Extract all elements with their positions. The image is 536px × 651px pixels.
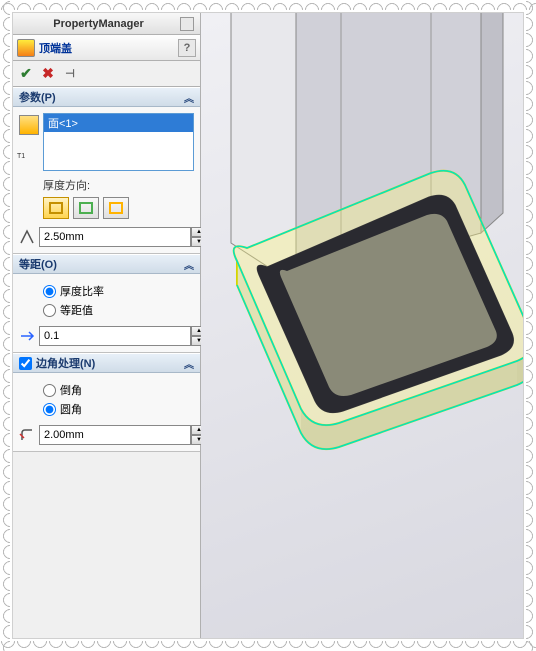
- radio-fillet-input[interactable]: [43, 403, 56, 416]
- chevron-up-icon: ︽: [184, 257, 194, 272]
- section-offset-title: 等距(O): [19, 256, 184, 272]
- thickness-input[interactable]: [39, 227, 191, 247]
- radio-fillet-label: 圆角: [60, 401, 82, 417]
- property-manager-panel: PropertyManager 顶端盖 ? ✔ ✖ ⊣ 参数(P) ︽: [13, 13, 201, 638]
- thickness-direction-label: 厚度方向:: [43, 177, 194, 193]
- chevron-up-icon: ︽: [184, 90, 194, 105]
- face-selection-list[interactable]: 面<1>: [43, 113, 194, 171]
- cancel-button[interactable]: ✖: [39, 65, 57, 83]
- radio-chamfer-label: 倒角: [60, 382, 82, 398]
- direction-outward-button[interactable]: [43, 197, 69, 219]
- action-bar: ✔ ✖ ⊣: [13, 61, 200, 87]
- ok-button[interactable]: ✔: [17, 65, 35, 83]
- selection-item[interactable]: 面<1>: [44, 114, 193, 132]
- section-parameters-title: 参数(P): [19, 89, 184, 105]
- end-cap-icon: [17, 39, 35, 57]
- face-selection-icon: [19, 115, 39, 135]
- model-render: [201, 13, 523, 633]
- pin-button[interactable]: ⊣: [61, 65, 79, 83]
- app-window: PropertyManager 顶端盖 ? ✔ ✖ ⊣ 参数(P) ︽: [12, 12, 524, 639]
- section-corner-header[interactable]: 边角处理(N) ︽: [13, 353, 200, 373]
- radio-thickness-ratio[interactable]: 厚度比率: [43, 283, 194, 299]
- radio-thickness-ratio-label: 厚度比率: [60, 283, 104, 299]
- selection-sub-label: T1: [17, 153, 37, 160]
- pm-header-icon[interactable]: [180, 17, 194, 31]
- offset-input[interactable]: [39, 326, 191, 346]
- feature-header: 顶端盖 ?: [13, 35, 200, 61]
- radio-fillet[interactable]: 圆角: [43, 401, 194, 417]
- pm-title: PropertyManager: [19, 18, 178, 30]
- direction-inward-button[interactable]: [73, 197, 99, 219]
- help-button[interactable]: ?: [178, 39, 196, 57]
- radio-chamfer-input[interactable]: [43, 384, 56, 397]
- radio-offset-value-label: 等距值: [60, 302, 93, 318]
- chevron-up-icon: ︽: [184, 356, 194, 371]
- offset-spinner[interactable]: ▲ ▼: [39, 326, 207, 346]
- section-corner-title: 边角处理(N): [36, 355, 184, 371]
- corner-spinner[interactable]: ▲ ▼: [39, 425, 207, 445]
- radio-offset-value-input[interactable]: [43, 304, 56, 317]
- section-offset-header[interactable]: 等距(O) ︽: [13, 254, 200, 274]
- property-manager-header: PropertyManager: [13, 13, 200, 35]
- corner-icon: [19, 426, 35, 444]
- 3d-viewport[interactable]: [201, 13, 523, 638]
- section-corner: 边角处理(N) ︽ 倒角 圆角: [13, 353, 200, 452]
- corner-enable-checkbox[interactable]: [19, 357, 32, 370]
- radio-chamfer[interactable]: 倒角: [43, 382, 194, 398]
- corner-input[interactable]: [39, 425, 191, 445]
- direction-both-button[interactable]: [103, 197, 129, 219]
- offset-icon: [19, 327, 35, 345]
- feature-title: 顶端盖: [39, 40, 178, 56]
- section-parameters-header[interactable]: 参数(P) ︽: [13, 87, 200, 107]
- thickness-icon: [19, 228, 35, 246]
- radio-offset-value[interactable]: 等距值: [43, 302, 194, 318]
- section-parameters: 参数(P) ︽ T1 面<1> 厚度方向:: [13, 87, 200, 254]
- thickness-direction-buttons: [43, 197, 194, 219]
- radio-thickness-ratio-input[interactable]: [43, 285, 56, 298]
- thickness-spinner[interactable]: ▲ ▼: [39, 227, 207, 247]
- section-offset: 等距(O) ︽ 厚度比率 等距值: [13, 254, 200, 353]
